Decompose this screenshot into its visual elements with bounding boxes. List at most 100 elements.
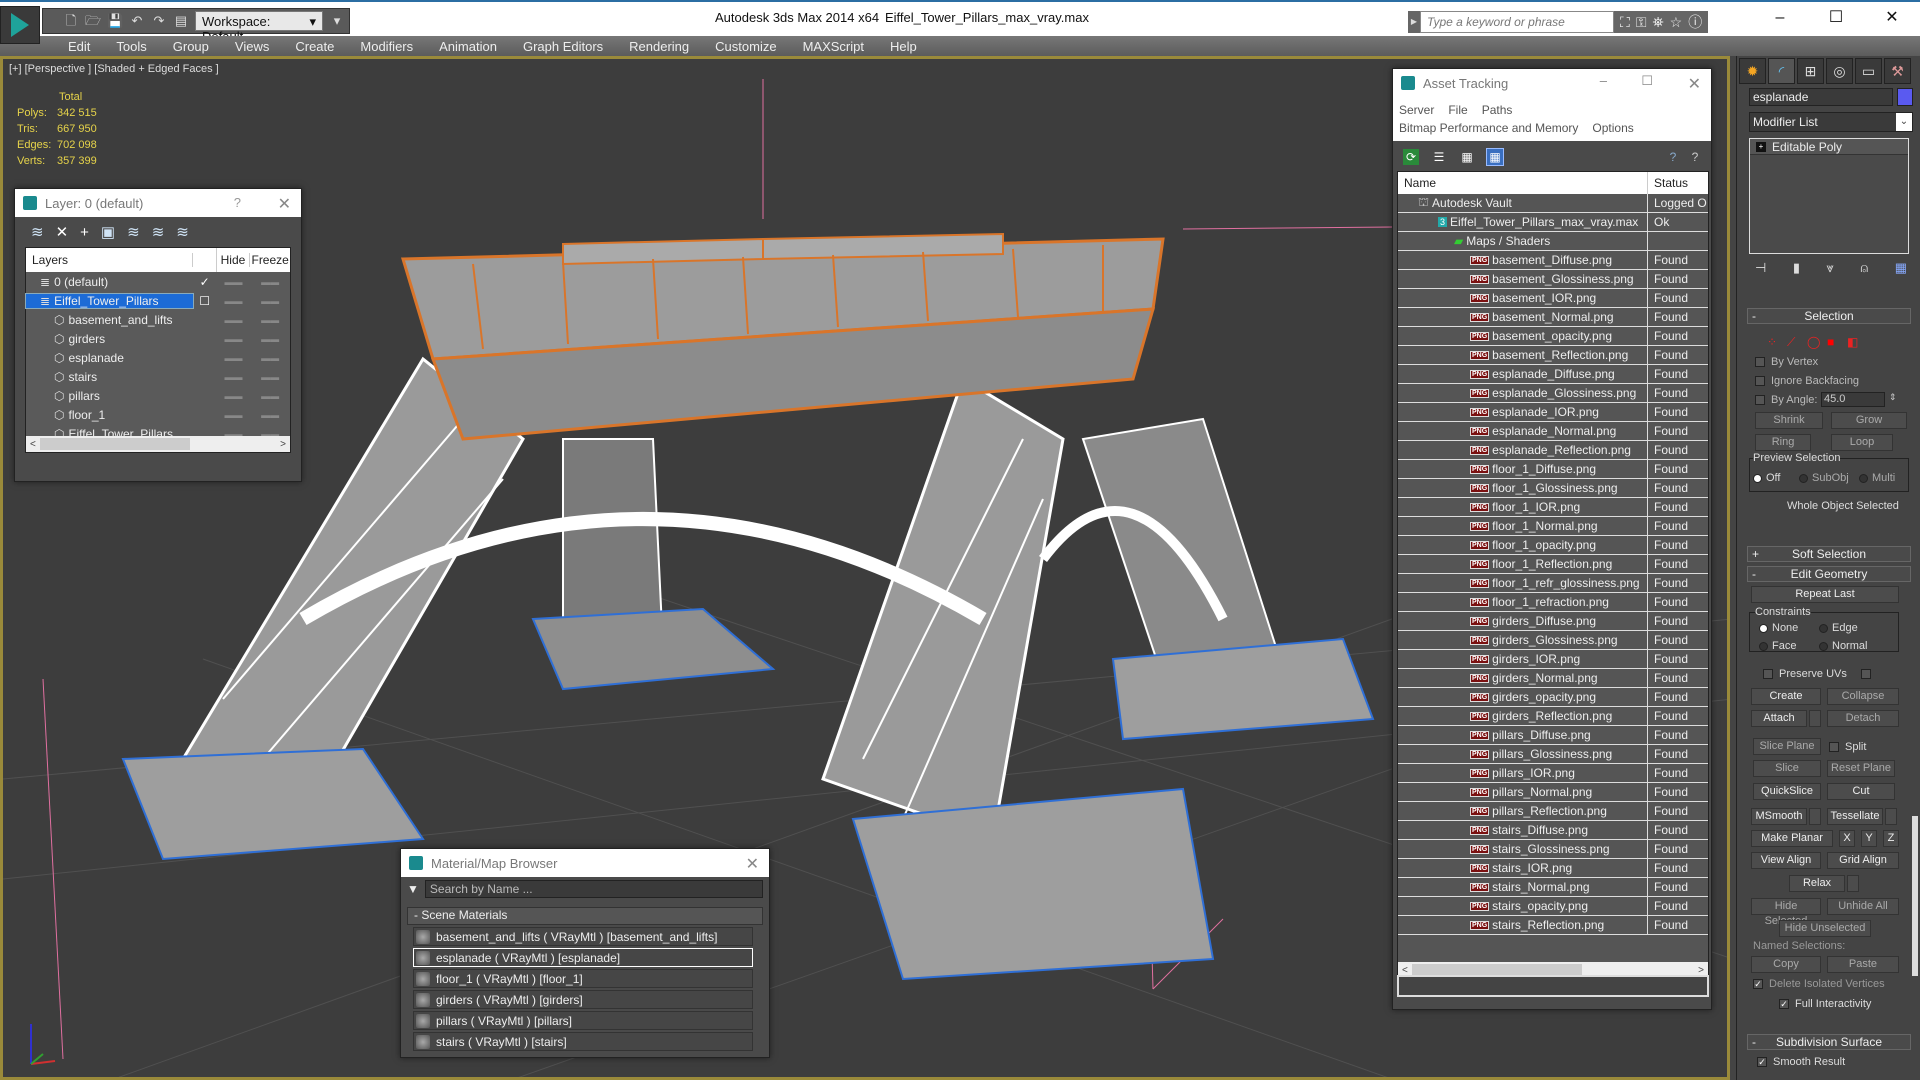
save-icon[interactable]: 💾	[107, 13, 123, 29]
full-interactivity-checkbox[interactable]: ✓ Full Interactivity	[1779, 998, 1871, 1010]
star-icon[interactable]: ☆	[1670, 14, 1683, 31]
add-to-layer-icon[interactable]: +	[80, 224, 89, 241]
material-item[interactable]: esplanade ( VRayMtl ) [esplanade]	[413, 948, 753, 967]
layer-row[interactable]: ⬡ pillars ▬▬ ▬▬	[26, 386, 290, 405]
asset-row[interactable]: PNG stairs_Glossiness.png Found	[1398, 840, 1708, 859]
make-planar-button[interactable]: Make Planar	[1751, 830, 1833, 847]
menu-rendering[interactable]: Rendering	[616, 36, 702, 56]
selection-rollout-header[interactable]: - Selection	[1747, 308, 1911, 324]
attach-button[interactable]: Attach	[1751, 710, 1807, 727]
pin-stack-icon[interactable]: ⊣	[1755, 260, 1766, 276]
hide-unselected-button[interactable]: Hide Unselected	[1779, 920, 1871, 937]
asset-row[interactable]: PNG girders_opacity.png Found	[1398, 688, 1708, 707]
asset-row[interactable]: PNG girders_Diffuse.png Found	[1398, 612, 1708, 631]
paste-button[interactable]: Paste	[1827, 956, 1899, 973]
col-name[interactable]: Name	[1398, 172, 1648, 194]
asset-menu-file[interactable]: File	[1448, 103, 1467, 117]
undo-icon[interactable]: ↶	[129, 13, 145, 29]
radio[interactable]	[1753, 473, 1762, 483]
asset-menu-paths[interactable]: Paths	[1482, 103, 1513, 117]
planar-x-button[interactable]: X	[1839, 830, 1855, 847]
menu-create[interactable]: Create	[282, 36, 347, 56]
maximize-button[interactable]: ☐	[1808, 4, 1864, 32]
asset-row[interactable]: PNG girders_IOR.png Found	[1398, 650, 1708, 669]
hide-toggle[interactable]: ▬▬	[217, 391, 251, 401]
ignore-backfacing-checkbox[interactable]: Ignore Backfacing	[1755, 375, 1859, 387]
layer-name-cell[interactable]: ≣ 0 (default)	[26, 275, 193, 289]
hide-toggle[interactable]: ▬▬	[217, 315, 251, 325]
viewport-label[interactable]: [+] [Perspective ] [Shaded + Edged Faces…	[9, 63, 219, 75]
asset-row[interactable]: PNG floor_1_refraction.png Found	[1398, 593, 1708, 612]
preserve-uvs-checkbox[interactable]: Preserve UVs	[1763, 668, 1871, 680]
checkbox[interactable]	[1829, 742, 1839, 752]
loop-button[interactable]: Loop	[1831, 434, 1893, 451]
vertex-mode-icon[interactable]: ⁘	[1767, 335, 1777, 349]
hide-toggle[interactable]: ▬▬	[217, 410, 251, 420]
asset-row[interactable]: PNG esplanade_Glossiness.png Found	[1398, 384, 1708, 403]
asset-row[interactable]: PNG basement_Normal.png Found	[1398, 308, 1708, 327]
constraint-none-radio[interactable]: None	[1759, 622, 1798, 634]
asset-row[interactable]: PNG pillars_Diffuse.png Found	[1398, 726, 1708, 745]
scene-materials-group[interactable]: - Scene Materials	[407, 907, 763, 925]
create-layer-icon[interactable]: ≋	[31, 223, 44, 241]
material-item[interactable]: pillars ( VRayMtl ) [pillars]	[413, 1011, 753, 1030]
options-dropdown-icon[interactable]: ▼	[407, 882, 419, 896]
asset-row[interactable]: PNG esplanade_Normal.png Found	[1398, 422, 1708, 441]
close-icon[interactable]: ✕	[278, 194, 291, 214]
asset-menu-server[interactable]: Server	[1399, 103, 1434, 117]
layer-name-cell[interactable]: ≣ Eiffel_Tower_Pillars	[25, 292, 194, 309]
repeat-last-button[interactable]: Repeat Last	[1751, 586, 1899, 603]
delete-isolated-checkbox[interactable]: ✓ Delete Isolated Vertices	[1753, 978, 1885, 990]
polygon-mode-icon[interactable]: ■	[1827, 335, 1834, 349]
menu-maxscript[interactable]: MAXScript	[790, 36, 877, 56]
slice-button[interactable]: Slice	[1753, 760, 1821, 777]
project-folder-icon[interactable]: ▤	[173, 13, 189, 29]
make-unique-icon[interactable]: ⩔	[1827, 260, 1834, 276]
current-layer-toggle[interactable]: ✓	[193, 275, 217, 289]
show-end-result-icon[interactable]: ▮	[1793, 260, 1800, 276]
layer-row[interactable]: ⬡ basement_and_lifts ▬▬ ▬▬	[26, 310, 290, 329]
checkbox[interactable]	[1755, 376, 1765, 386]
asset-row[interactable]: PNG pillars_Reflection.png Found	[1398, 802, 1708, 821]
layer-row[interactable]: ⬡ floor_1 ▬▬ ▬▬	[26, 405, 290, 424]
constraint-face-radio[interactable]: Face	[1759, 640, 1796, 652]
asset-row[interactable]: PNG pillars_Glossiness.png Found	[1398, 745, 1708, 764]
asset-row[interactable]: PNG floor_1_Reflection.png Found	[1398, 555, 1708, 574]
close-icon[interactable]: ✕	[1688, 74, 1701, 94]
reset-plane-button[interactable]: Reset Plane	[1827, 760, 1895, 777]
checkbox[interactable]	[1755, 395, 1765, 405]
scroll-left-icon[interactable]: <	[1402, 965, 1408, 976]
hide-toggle[interactable]: ▬▬	[217, 334, 251, 344]
tessellate-settings-icon[interactable]	[1885, 808, 1897, 825]
freeze-toggle[interactable]: ▬▬	[250, 410, 290, 420]
preview-off-radio[interactable]: Off	[1753, 472, 1780, 484]
asset-row[interactable]: PNG basement_Reflection.png Found	[1398, 346, 1708, 365]
object-name-field[interactable]: esplanade	[1749, 88, 1893, 106]
utilities-tab-icon[interactable]: ⚒	[1884, 58, 1911, 84]
freeze-toggle[interactable]: ▬▬	[250, 372, 290, 382]
stack-item-editable-poly[interactable]: + Editable Poly	[1750, 139, 1908, 155]
cut-button[interactable]: Cut	[1827, 783, 1895, 800]
msmooth-button[interactable]: MSmooth	[1751, 808, 1807, 825]
asset-row[interactable]: PNG floor_1_Glossiness.png Found	[1398, 479, 1708, 498]
menu-customize[interactable]: Customize	[702, 36, 789, 56]
asset-row[interactable]: PNG stairs_Diffuse.png Found	[1398, 821, 1708, 840]
radio[interactable]	[1819, 623, 1828, 633]
minimize-icon[interactable]: –	[1600, 73, 1607, 88]
planar-z-button[interactable]: Z	[1883, 830, 1899, 847]
current-layer-toggle[interactable]: ☐	[193, 294, 217, 308]
close-icon[interactable]: ✕	[746, 854, 759, 874]
preview-subobj-radio[interactable]: SubObj	[1799, 472, 1849, 484]
material-item[interactable]: floor_1 ( VRayMtl ) [floor_1]	[413, 969, 753, 988]
asset-row[interactable]: PNG basement_Glossiness.png Found	[1398, 270, 1708, 289]
layer-name-cell[interactable]: ⬡ pillars	[26, 389, 193, 403]
radio[interactable]	[1799, 473, 1808, 483]
layer-name-cell[interactable]: ⬡ esplanade	[26, 351, 193, 365]
menu-graph-editors[interactable]: Graph Editors	[510, 36, 616, 56]
constraint-normal-radio[interactable]: Normal	[1819, 640, 1867, 652]
checkbox[interactable]	[1763, 669, 1773, 679]
checkbox[interactable]: ✓	[1757, 1057, 1767, 1067]
col-current[interactable]	[193, 248, 217, 272]
hide-toggle[interactable]: ▬▬	[217, 372, 251, 382]
asset-row[interactable]: PNG esplanade_IOR.png Found	[1398, 403, 1708, 422]
